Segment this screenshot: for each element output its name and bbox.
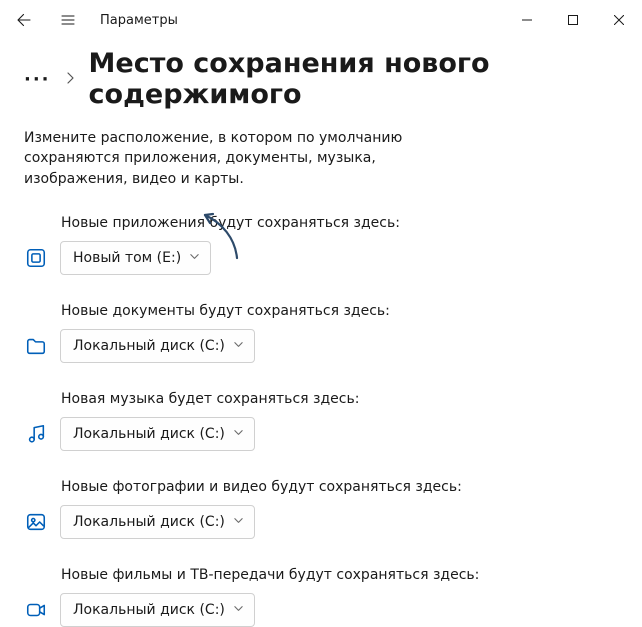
apps-setting-row: Новый том (E:) xyxy=(24,241,618,275)
window-title: Параметры xyxy=(100,13,178,28)
music-icon xyxy=(24,422,48,446)
breadcrumb: ··· Место сохранения нового содержимого xyxy=(0,40,642,128)
documents-location-dropdown[interactable]: Локальный диск (C:) xyxy=(60,329,255,363)
close-button[interactable] xyxy=(596,4,642,36)
dropdown-value: Локальный диск (C:) xyxy=(73,602,225,618)
window-controls xyxy=(504,4,642,36)
documents-setting-label: Новые документы будут сохраняться здесь: xyxy=(61,303,618,319)
documents-icon xyxy=(24,334,48,358)
dropdown-value: Новый том (E:) xyxy=(73,250,181,266)
movies-setting-label: Новые фильмы и ТВ-передачи будут сохраня… xyxy=(61,567,618,583)
chevron-down-icon xyxy=(233,514,244,530)
back-button[interactable] xyxy=(8,4,40,36)
photos-setting-label: Новые фотографии и видео будут сохранять… xyxy=(61,479,618,495)
chevron-down-icon xyxy=(189,250,200,266)
apps-location-dropdown[interactable]: Новый том (E:) xyxy=(60,241,211,275)
breadcrumb-more-button[interactable]: ··· xyxy=(24,69,51,90)
photos-setting-row: Локальный диск (C:) xyxy=(24,505,618,539)
movies-setting-block: Новые фильмы и ТВ-передачи будут сохраня… xyxy=(24,567,618,627)
chevron-right-icon xyxy=(65,70,75,89)
chevron-down-icon xyxy=(233,602,244,618)
movies-setting-row: Локальный диск (C:) xyxy=(24,593,618,627)
menu-button[interactable] xyxy=(52,4,84,36)
minimize-icon xyxy=(522,15,532,25)
page-title: Место сохранения нового содержимого xyxy=(89,48,642,110)
music-setting-block: Новая музыка будет сохраняться здесь: Ло… xyxy=(24,391,618,451)
close-icon xyxy=(614,15,624,25)
minimize-button[interactable] xyxy=(504,4,550,36)
dropdown-value: Локальный диск (C:) xyxy=(73,426,225,442)
music-location-dropdown[interactable]: Локальный диск (C:) xyxy=(60,417,255,451)
apps-icon xyxy=(24,246,48,270)
photos-location-dropdown[interactable]: Локальный диск (C:) xyxy=(60,505,255,539)
apps-setting-block: Новые приложения будут сохраняться здесь… xyxy=(24,215,618,275)
titlebar-left: Параметры xyxy=(8,4,178,36)
music-setting-label: Новая музыка будет сохраняться здесь: xyxy=(61,391,618,407)
photos-setting-block: Новые фотографии и видео будут сохранять… xyxy=(24,479,618,539)
movies-icon xyxy=(24,598,48,622)
movies-location-dropdown[interactable]: Локальный диск (C:) xyxy=(60,593,255,627)
maximize-button[interactable] xyxy=(550,4,596,36)
dropdown-value: Локальный диск (C:) xyxy=(73,338,225,354)
titlebar: Параметры xyxy=(0,0,642,40)
page-description: Измените расположение, в котором по умол… xyxy=(0,128,500,189)
apps-setting-label: Новые приложения будут сохраняться здесь… xyxy=(61,215,618,231)
documents-setting-row: Локальный диск (C:) xyxy=(24,329,618,363)
arrow-left-icon xyxy=(16,12,32,28)
chevron-down-icon xyxy=(233,338,244,354)
settings-list: Новые приложения будут сохраняться здесь… xyxy=(0,215,642,627)
music-setting-row: Локальный диск (C:) xyxy=(24,417,618,451)
chevron-down-icon xyxy=(233,426,244,442)
dropdown-value: Локальный диск (C:) xyxy=(73,514,225,530)
maximize-icon xyxy=(568,15,578,25)
photos-icon xyxy=(24,510,48,534)
documents-setting-block: Новые документы будут сохраняться здесь:… xyxy=(24,303,618,363)
hamburger-icon xyxy=(60,12,76,28)
